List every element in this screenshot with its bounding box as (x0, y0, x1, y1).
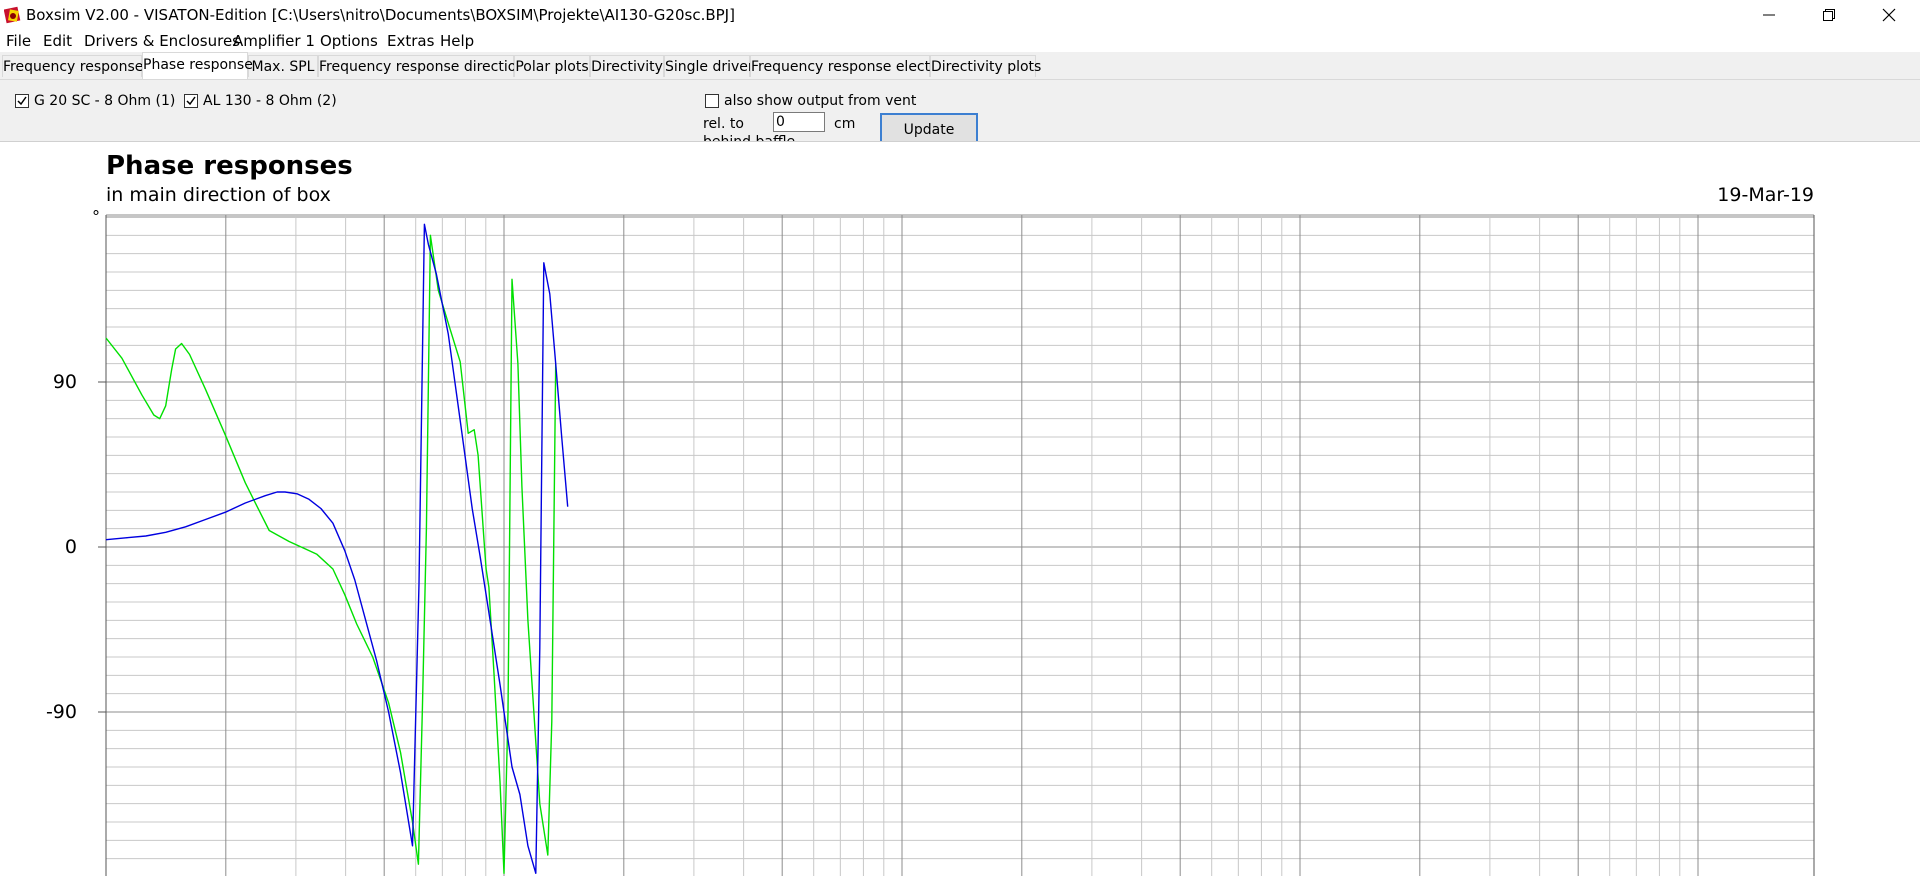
tab-phase-response[interactable]: Phase response (142, 52, 253, 79)
window-title: Boxsim V2.00 - VISATON-Edition [C:\Users… (26, 6, 735, 24)
update-graphs-button[interactable]: Update graphs (880, 113, 978, 141)
close-icon (1882, 8, 1896, 22)
driver2-checkbox[interactable] (184, 94, 198, 108)
checkmark-icon (17, 96, 27, 106)
tab-strip: Frequency response. Phase response Max. … (0, 52, 1920, 80)
menu-file[interactable]: File (6, 32, 31, 50)
minimize-icon (1763, 14, 1775, 16)
rel-to-label: rel. to (703, 116, 744, 132)
vent-checkbox[interactable] (705, 94, 719, 108)
controls-panel: G 20 SC - 8 Ohm (1) AL 130 - 8 Ohm (2) a… (0, 80, 1920, 142)
y-tick-label: 90 (53, 371, 77, 393)
checkmark-icon (186, 96, 196, 106)
chart-area: 90 0 -90 ° Phase responses in main directio… (0, 142, 1920, 876)
y-tick-label: 0 (65, 536, 77, 558)
title-bar: Boxsim V2.00 - VISATON-Edition [C:\Users… (0, 0, 1920, 30)
driver1-checkbox[interactable] (15, 94, 29, 108)
boxsim-app-icon (4, 6, 21, 24)
tab-frequency-response[interactable]: Frequency response. (2, 55, 148, 77)
chart-subtitle: in main direction of box (106, 184, 331, 206)
driver2-label: AL 130 - 8 Ohm (2) (203, 93, 337, 109)
restore-icon (1823, 9, 1835, 21)
menu-edit[interactable]: Edit (43, 32, 72, 50)
vent-label: also show output from vent (724, 93, 917, 109)
tab-frequency-response-directions[interactable]: Frequency response directions (318, 55, 532, 77)
tab-directivity[interactable]: Directivity (590, 55, 664, 77)
close-button[interactable] (1860, 0, 1918, 30)
tab-polar-plots[interactable]: Polar plots (514, 55, 590, 77)
y-axis-unit-label: ° (92, 207, 100, 226)
phase-response-chart: 90 0 -90 ° (46, 207, 1815, 876)
menu-bar: File Edit Drivers & Enclosures Amplifier… (0, 30, 1920, 52)
series-line-al130 (105, 223, 569, 874)
chart-date: 19-Mar-19 (1717, 184, 1814, 206)
restore-button[interactable] (1800, 0, 1858, 30)
behind-baffle-label: behind baffle (703, 134, 796, 142)
menu-extras[interactable]: Extras (387, 32, 434, 50)
series-line-g20sc (105, 234, 557, 874)
menu-drivers-enclosures[interactable]: Drivers & Enclosures (84, 32, 240, 50)
tab-max-spl[interactable]: Max. SPL (248, 55, 318, 77)
y-tick-label: -90 (46, 701, 77, 723)
driver1-label: G 20 SC - 8 Ohm (1) (34, 93, 176, 109)
tab-single-driver[interactable]: Single driver (664, 55, 754, 77)
chart-title: Phase responses (106, 151, 353, 181)
tab-directivity-plots[interactable]: Directivity plots (930, 55, 1041, 77)
minimize-button[interactable] (1740, 0, 1798, 30)
unit-label: cm (834, 116, 856, 132)
menu-help[interactable]: Help (440, 32, 474, 50)
offset-input[interactable] (773, 112, 825, 132)
tab-frequency-response-electr[interactable]: Frequency response electr.. (750, 55, 944, 77)
menu-options[interactable]: Options (320, 32, 378, 50)
menu-amplifier[interactable]: Amplifier 1 (233, 32, 315, 50)
